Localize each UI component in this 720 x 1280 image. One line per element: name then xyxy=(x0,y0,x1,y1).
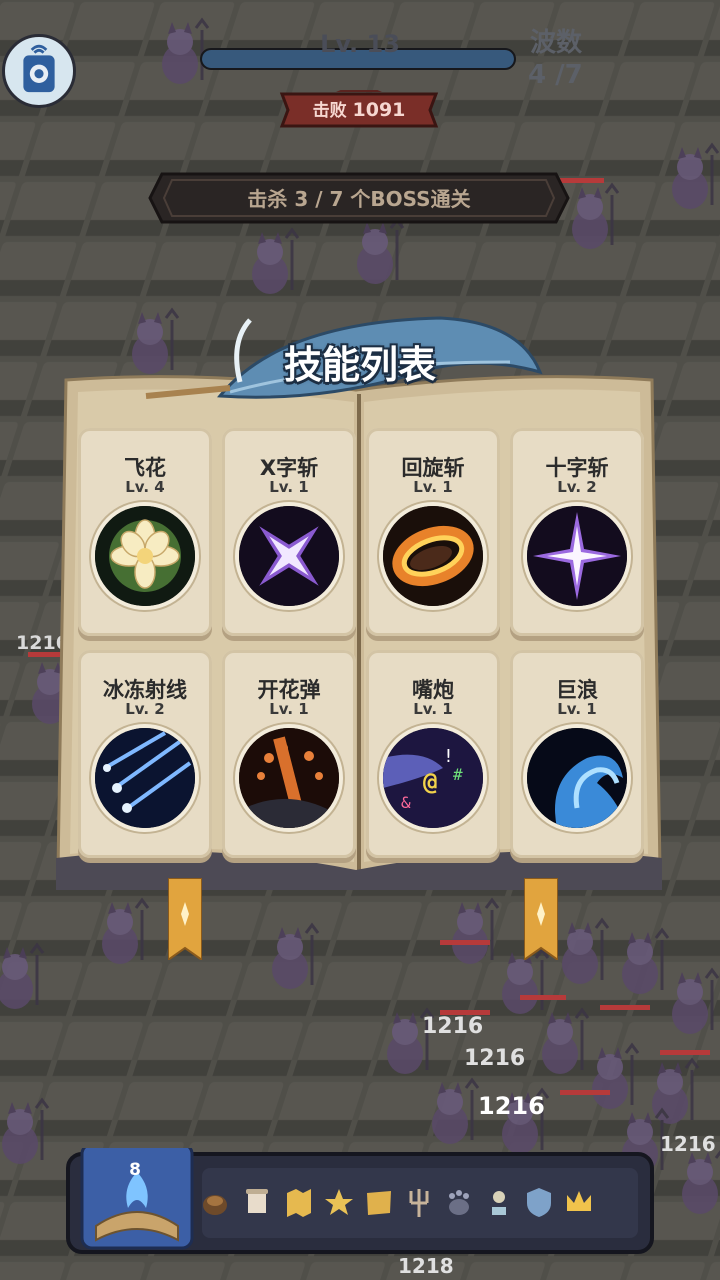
flower-icon xyxy=(95,506,195,606)
skill-card-mouth-cannon[interactable]: 嘴炮 Lv. 1 @ ! # & xyxy=(366,650,500,858)
skill-card-flying-flower[interactable]: 飞花 Lv. 4 xyxy=(78,428,212,636)
trident-icon[interactable] xyxy=(404,1185,434,1219)
svg-text:#: # xyxy=(453,765,463,784)
skill-card-cross-slash[interactable]: 十字斩 Lv. 2 xyxy=(510,428,644,636)
skill-level: Lv. 2 xyxy=(557,478,597,496)
star-icon[interactable] xyxy=(324,1185,354,1219)
skill-level: Lv. 2 xyxy=(125,700,165,718)
chestnut-icon[interactable] xyxy=(200,1185,230,1219)
kill-count-text: 击败 1091 xyxy=(276,96,442,121)
crown-icon[interactable] xyxy=(564,1185,594,1219)
objective-text: 击杀 3 / 7 个BOSS通关 xyxy=(247,187,471,211)
damage-number: 1216 xyxy=(422,1014,484,1039)
map-icon[interactable] xyxy=(284,1185,314,1219)
scroll-icon[interactable] xyxy=(242,1185,272,1219)
damage-number: 1216 xyxy=(478,1092,545,1120)
skill-card-bloom-shell[interactable]: 开花弹 Lv. 1 xyxy=(222,650,356,858)
tv-icon xyxy=(23,44,55,93)
skill-card-spin-slash[interactable]: 回旋斩 Lv. 1 xyxy=(366,428,500,636)
gem-stand-icon[interactable] xyxy=(484,1185,514,1219)
player-level: Lv. 13 xyxy=(320,30,400,58)
live-stream-button[interactable] xyxy=(2,34,76,108)
wave-value: 4 /7 xyxy=(528,60,583,90)
skill-card-ice-ray[interactable]: 冰冻射线 Lv. 2 xyxy=(78,650,212,858)
skill-card-x-slash[interactable]: X字斩 Lv. 1 xyxy=(222,428,356,636)
giant-wave-icon xyxy=(527,728,627,828)
bloom-shell-icon xyxy=(239,728,339,828)
skill-level: Lv. 1 xyxy=(557,700,597,718)
ice-ray-icon xyxy=(95,728,195,828)
skill-level: Lv. 1 xyxy=(269,478,309,496)
wave-label: 波数 xyxy=(530,28,583,58)
bookmark-ribbon-right xyxy=(524,878,558,960)
skill-level: Lv. 1 xyxy=(269,700,309,718)
svg-text:@: @ xyxy=(423,768,437,796)
paw-icon[interactable] xyxy=(444,1185,474,1219)
skill-card-giant-wave[interactable]: 巨浪 Lv. 1 xyxy=(510,650,644,858)
svg-text:!: ! xyxy=(443,746,454,767)
damage-number: 1216 xyxy=(464,1046,526,1071)
map-scroll-icon[interactable] xyxy=(364,1185,394,1219)
cross-slash-icon xyxy=(527,506,627,606)
skill-level: Lv. 1 xyxy=(413,700,453,718)
kill-count-value: 1091 xyxy=(352,99,406,121)
svg-text:&: & xyxy=(401,793,411,812)
x-slash-icon xyxy=(239,506,339,606)
spin-slash-icon xyxy=(383,506,483,606)
bookmark-ribbon-left xyxy=(168,878,202,960)
mouth-cannon-icon: @ ! # & xyxy=(383,728,483,828)
skill-level: Lv. 4 xyxy=(125,478,165,496)
skill-book-count: 8 xyxy=(129,1160,141,1180)
damage-number: 1216 xyxy=(660,1132,716,1156)
panel-title: 技能列表 xyxy=(283,343,436,387)
shield-icon[interactable] xyxy=(524,1185,554,1219)
skill-level: Lv. 1 xyxy=(413,478,453,496)
kill-label: 击败 xyxy=(312,101,347,121)
